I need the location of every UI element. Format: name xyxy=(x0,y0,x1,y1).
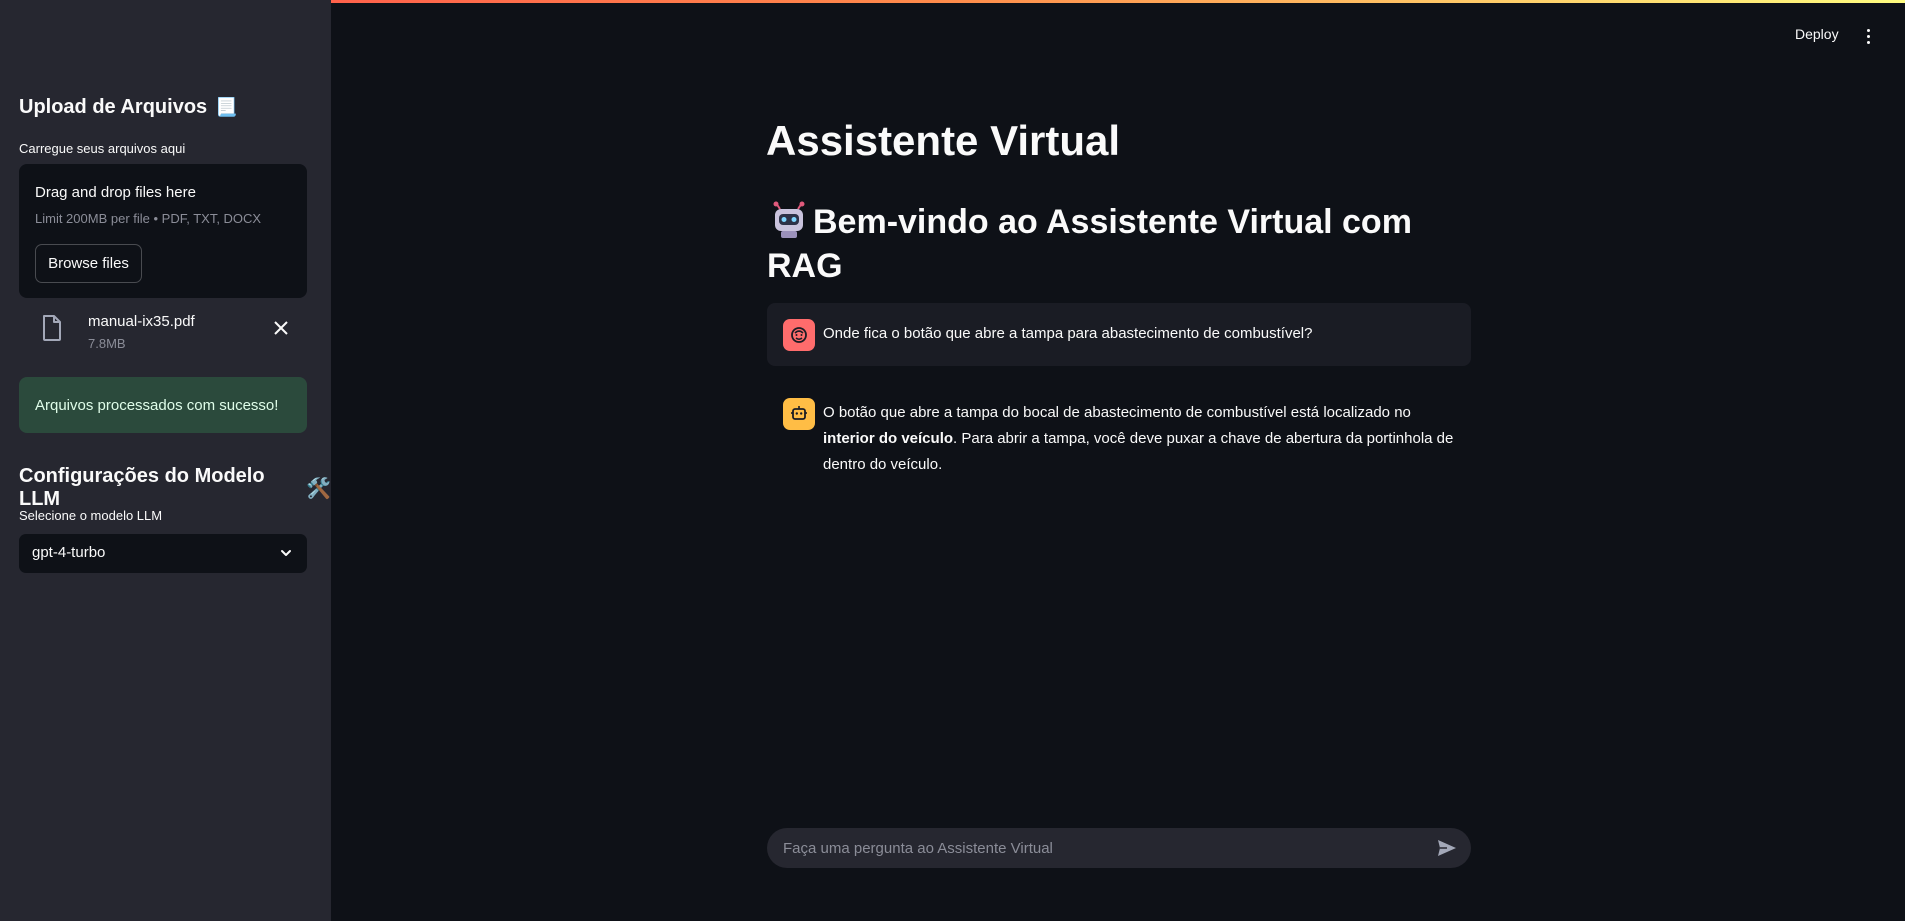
assistant-text-bold: interior do veículo xyxy=(823,430,954,447)
file-name: manual-ix35.pdf xyxy=(88,313,195,330)
bot-icon xyxy=(791,406,807,420)
chat-input-container xyxy=(767,828,1471,868)
user-chat-message: Onde fica o botão que abre a tampa para … xyxy=(767,303,1471,366)
upload-section-title: Upload de Arquivos 📃 xyxy=(19,96,238,119)
assistant-message-text: O botão que abre a tampa do bocal de aba… xyxy=(823,400,1463,478)
chat-input[interactable] xyxy=(783,828,1403,868)
file-icon xyxy=(43,315,61,341)
model-select[interactable]: gpt-4-turbo xyxy=(19,534,307,573)
config-section-title: Configurações do Modelo LLM 🛠️ xyxy=(19,465,331,511)
welcome-text: Bem-vindo ao Assistente Virtual com RAG xyxy=(767,203,1412,285)
robot-emoji-icon xyxy=(773,201,805,238)
page-title: Assistente Virtual xyxy=(766,117,1121,164)
welcome-heading: Bem-vindo ao Assistente Virtual com RAG xyxy=(767,200,1427,288)
assistant-chat-message: O botão que abre a tampa do bocal de aba… xyxy=(767,392,1471,482)
upload-label: Carregue seus arquivos aqui xyxy=(19,141,186,156)
upload-title-text: Upload de Arquivos xyxy=(19,96,208,118)
deploy-button[interactable]: Deploy xyxy=(1795,26,1839,42)
main-menu-kebab-icon[interactable] xyxy=(1862,26,1874,46)
user-avatar xyxy=(783,319,815,351)
dropzone-hint: Limit 200MB per file • PDF, TXT, DOCX xyxy=(35,211,262,226)
tools-emoji-icon: 🛠️ xyxy=(306,477,331,500)
sidebar: Upload de Arquivos 📃 Carregue seus arqui… xyxy=(0,0,331,921)
scroll-emoji-icon: 📃 xyxy=(215,97,238,117)
dropzone-title: Drag and drop files here xyxy=(35,184,196,201)
browse-files-button[interactable]: Browse files xyxy=(35,244,142,283)
assistant-avatar xyxy=(783,398,815,430)
send-icon[interactable] xyxy=(1437,839,1457,857)
user-message-text: Onde fica o botão que abre a tampa para … xyxy=(823,325,1313,342)
chevron-down-icon xyxy=(281,550,291,556)
config-title-text: Configurações do Modelo LLM xyxy=(19,465,265,510)
smiley-icon xyxy=(791,327,807,343)
file-size: 7.8MB xyxy=(88,336,126,351)
assistant-text-part1: O botão que abre a tampa do bocal de aba… xyxy=(823,404,1411,421)
success-alert: Arquivos processados com sucesso! xyxy=(19,377,307,433)
model-select-label: Selecione o modelo LLM xyxy=(19,508,163,523)
remove-file-close-icon[interactable] xyxy=(271,318,291,338)
uploaded-file-item: manual-ix35.pdf 7.8MB xyxy=(19,310,307,354)
model-select-value: gpt-4-turbo xyxy=(32,544,106,561)
file-dropzone[interactable]: Drag and drop files here Limit 200MB per… xyxy=(19,164,307,298)
